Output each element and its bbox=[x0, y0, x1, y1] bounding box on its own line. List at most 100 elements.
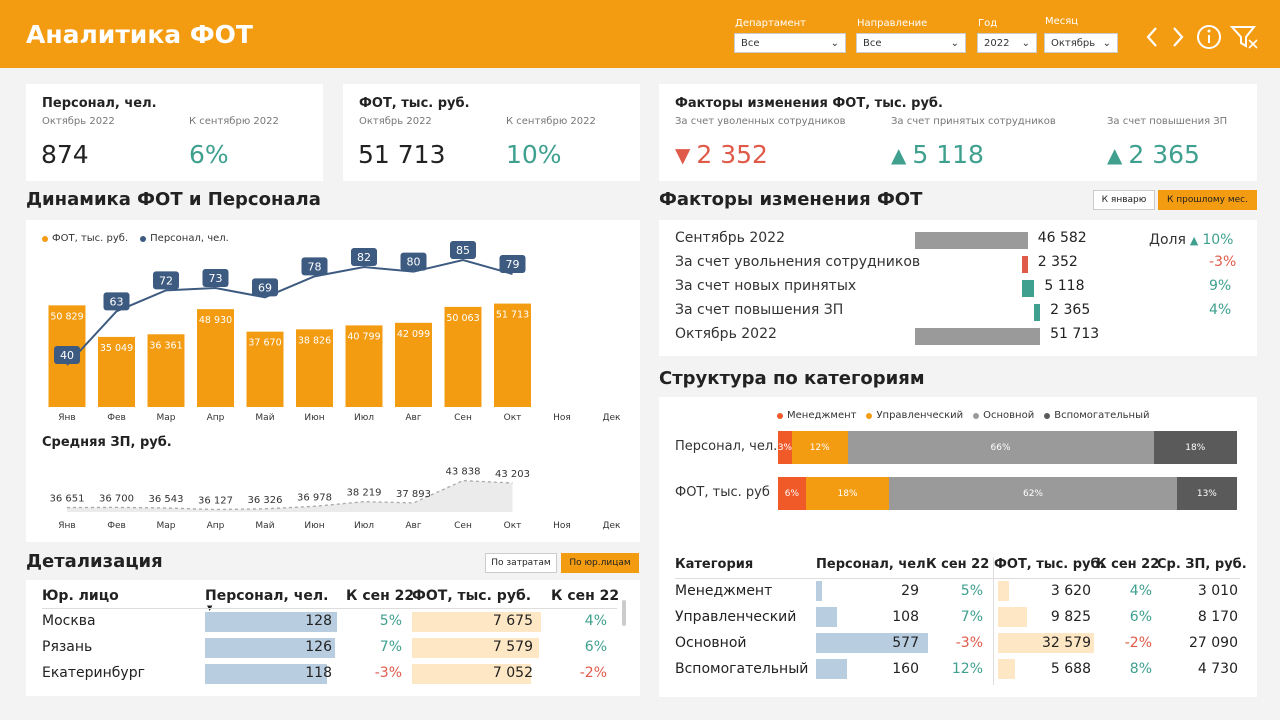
table-header: ФОТ, тыс. руб. bbox=[412, 588, 532, 604]
filter-clear-icon[interactable] bbox=[1229, 26, 1258, 49]
table-cell-avg-salary: 8 170 bbox=[1197, 609, 1238, 625]
kpi-card-staff: Персонал, чел. Октябрь 2022 К сентябрю 2… bbox=[26, 84, 323, 181]
fot-data-label: 48 930 bbox=[199, 315, 232, 326]
legend-label-administrative: Управленческий bbox=[876, 410, 964, 421]
x-tick-label: Янв bbox=[58, 413, 75, 423]
avg-salary-title: Средняя ЗП, руб. bbox=[42, 435, 172, 450]
kpi-change: 10% bbox=[506, 140, 562, 169]
table-cell-category[interactable]: Основной bbox=[675, 635, 747, 651]
x-tick-label: Фев bbox=[107, 413, 126, 423]
structure-row-label: Персонал, чел. bbox=[675, 439, 778, 454]
table-cell-change: 6% bbox=[584, 639, 607, 655]
structure-legend: Менеджмент Управленческий Основной Вспом… bbox=[777, 410, 1149, 421]
table-cell-legal-entity[interactable]: Москва bbox=[42, 613, 96, 629]
factors-card-title: Факторы изменения ФОТ, тыс. руб. bbox=[675, 96, 943, 111]
table-cell-legal-entity[interactable]: Рязань bbox=[42, 639, 92, 655]
legend-swatch-support bbox=[1044, 412, 1051, 419]
avg-salary-label: 37 893 bbox=[396, 489, 431, 500]
structure-row-label: ФОТ, тыс. руб bbox=[675, 485, 770, 500]
fot-data-label: 50 063 bbox=[446, 313, 479, 324]
year-select[interactable]: 2022 ⌄ bbox=[977, 33, 1037, 53]
table-cell-category[interactable]: Менеджмент bbox=[675, 583, 772, 599]
table-cell-avg-salary: 3 010 bbox=[1197, 583, 1238, 599]
factor-bar bbox=[1034, 304, 1041, 321]
table-header: К сен 22 bbox=[346, 588, 415, 604]
stacked-segment: 62% bbox=[889, 477, 1177, 510]
info-icon[interactable] bbox=[1197, 25, 1221, 49]
stacked-segment: 6% bbox=[778, 477, 806, 510]
month-select[interactable]: Октябрь ⌄ bbox=[1044, 33, 1118, 53]
x-tick-label: Сен bbox=[454, 521, 472, 531]
table-cell-legal-entity[interactable]: Екатеринбург bbox=[42, 665, 145, 681]
table-header: Категория bbox=[675, 557, 754, 572]
triangle-up-icon: ▲ bbox=[891, 142, 907, 167]
department-select[interactable]: Все ⌄ bbox=[734, 33, 846, 53]
table-header: ФОТ, тыс. руб. bbox=[994, 557, 1105, 572]
stacked-segment: 12% bbox=[791, 431, 848, 464]
staff-data-label: 69 bbox=[258, 281, 272, 294]
detail-panel: Юр. лицо Персонал, чел. К сен 22 ФОТ, тыс. … bbox=[26, 580, 640, 696]
table-cell-change: 5% bbox=[960, 583, 983, 599]
table-header: К сен 22 bbox=[926, 557, 990, 572]
x-tick-label: Мар bbox=[157, 521, 176, 531]
table-cell-change: -2% bbox=[579, 665, 607, 681]
kpi-compare-label: К сентябрю 2022 bbox=[506, 116, 596, 127]
chevron-right-icon[interactable] bbox=[1173, 27, 1184, 47]
chevron-left-icon[interactable] bbox=[1146, 27, 1157, 47]
factor-row-share: -3% bbox=[1209, 254, 1237, 270]
table-header: Юр. лицо bbox=[42, 588, 119, 604]
factor-row-share: 9% bbox=[1209, 278, 1232, 294]
legend-label-main: Основной bbox=[983, 410, 1035, 421]
by-costs-button[interactable]: По затратам bbox=[485, 553, 557, 573]
dynamics-chart: 50 829 35 049 36 361 48 930 37 670 38 826 40 7… bbox=[48, 241, 621, 531]
avg-salary-label: 36 978 bbox=[297, 492, 332, 503]
avg-salary-label: 36 326 bbox=[248, 495, 283, 506]
chevron-down-icon: ⌄ bbox=[1021, 37, 1030, 49]
by-legal-entities-button[interactable]: По юр.лицам bbox=[561, 553, 639, 573]
table-cell-fot: 7 675 bbox=[492, 613, 533, 629]
table-cell-change: -3% bbox=[955, 635, 983, 651]
x-tick-label: Май bbox=[255, 521, 274, 531]
avg-salary-label: 36 543 bbox=[149, 494, 184, 505]
x-tick-label: Апр bbox=[207, 413, 225, 423]
chevron-down-icon: ⌄ bbox=[950, 37, 959, 49]
to-previous-month-button[interactable]: К прошлому мес. bbox=[1158, 190, 1257, 210]
factor-value: 2 365 bbox=[1128, 140, 1200, 169]
table-cell-category[interactable]: Управленческий bbox=[675, 609, 796, 625]
kpi-title: ФОТ, тыс. руб. bbox=[359, 96, 470, 111]
x-tick-label: Окт bbox=[504, 413, 522, 423]
table-cell-category[interactable]: Вспомогательный bbox=[675, 661, 808, 677]
staff-data-label: 80 bbox=[407, 256, 421, 269]
kpi-card-fot: ФОТ, тыс. руб. Октябрь 2022 К сентябрю 2… bbox=[343, 84, 640, 181]
triangle-up-icon: ▲ bbox=[1107, 142, 1123, 167]
x-tick-label: Дек bbox=[602, 521, 621, 531]
table-cell-fot: 3 620 bbox=[1050, 583, 1091, 599]
x-tick-label: Дек bbox=[602, 413, 621, 423]
table-cell-avg-salary: 27 090 bbox=[1189, 635, 1238, 651]
structure-title: Структура по категориям bbox=[659, 368, 925, 389]
avg-salary-label: 38 219 bbox=[347, 488, 382, 499]
factors-panel: Доля ▲ 10% Сентябрь 2022 46 582 За счет увол… bbox=[659, 220, 1257, 356]
page-title: Аналитика ФОТ bbox=[26, 20, 253, 49]
table-header: Ср. ЗП, руб. bbox=[1157, 557, 1247, 572]
factor-row-value: 2 352 bbox=[1037, 254, 1078, 270]
triangle-up-icon: ▲ bbox=[1189, 234, 1199, 247]
to-january-button[interactable]: К январю bbox=[1093, 190, 1155, 210]
fot-data-label: 40 799 bbox=[347, 331, 380, 342]
factor-fired: ▼ 2 352 bbox=[675, 140, 768, 169]
fot-data-label: 36 361 bbox=[149, 340, 182, 351]
direction-select[interactable]: Все ⌄ bbox=[856, 33, 966, 53]
avg-salary-label: 43 203 bbox=[495, 469, 530, 480]
staff-data-label: 63 bbox=[110, 295, 124, 308]
x-tick-label: Мар bbox=[157, 413, 176, 423]
legend-label-support: Вспомогательный bbox=[1054, 410, 1150, 421]
factor-value: 5 118 bbox=[912, 140, 984, 169]
table-cell-change: 6% bbox=[1129, 609, 1152, 625]
detail-scrollbar[interactable] bbox=[622, 600, 626, 626]
table-cell-change: 4% bbox=[1129, 583, 1152, 599]
factor-bar bbox=[1022, 256, 1028, 273]
factor-row-value: 51 713 bbox=[1050, 326, 1100, 342]
table-header: К сен 22 bbox=[1096, 557, 1160, 572]
table-divider bbox=[675, 578, 1240, 579]
factor-row-label: Октябрь 2022 bbox=[675, 326, 777, 342]
